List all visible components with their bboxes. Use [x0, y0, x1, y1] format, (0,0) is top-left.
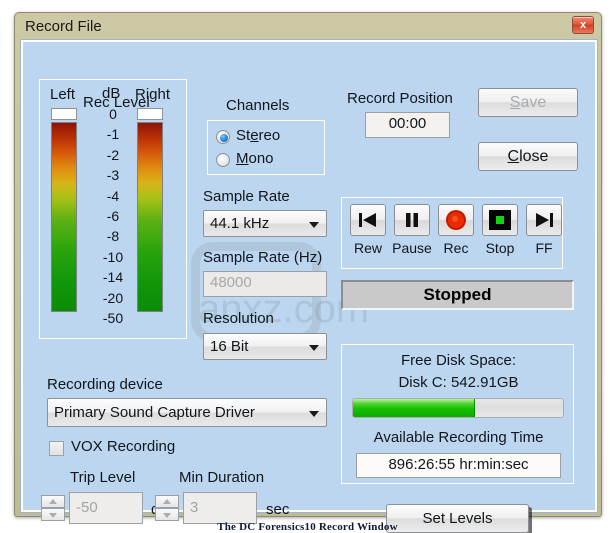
record-icon	[446, 210, 466, 230]
pause-icon	[406, 213, 418, 227]
rewind-icon	[359, 213, 376, 227]
trip-level-value: -50	[76, 499, 98, 516]
rewind-button[interactable]	[350, 204, 386, 236]
record-position-value: 00:00	[388, 115, 427, 132]
record-position-label: Record Position	[347, 90, 453, 107]
sample-rate-hz-label: Sample Rate (Hz)	[203, 249, 323, 266]
min-duration-unit: sec	[266, 501, 290, 518]
close-icon[interactable]: x	[572, 16, 594, 34]
radio-stereo-indicator[interactable]	[216, 130, 230, 144]
db-tick: -1	[106, 126, 120, 143]
stop-button[interactable]	[482, 204, 518, 236]
db-tick: -4	[106, 187, 120, 204]
sample-rate-hz-input[interactable]: 48000	[203, 271, 327, 297]
record-label: Rec	[443, 240, 469, 256]
record-position-display: 00:00	[365, 112, 450, 138]
rewind-label: Rew	[353, 240, 382, 256]
db-tick: -3	[106, 167, 120, 184]
free-disk-space-title: Free Disk Space:	[400, 352, 517, 369]
fast-forward-label: FF	[535, 240, 553, 256]
available-recording-time-value: 896:26:55 hr:min:sec	[388, 456, 529, 473]
save-button[interactable]: Save	[478, 88, 578, 117]
fast-forward-button[interactable]	[526, 204, 562, 236]
pause-label: Pause	[392, 240, 432, 256]
db-tick: -20	[102, 289, 124, 306]
close-button[interactable]: Close	[478, 142, 578, 171]
disk-groupbox: Free Disk Space: Disk C: 542.91GB Availa…	[341, 344, 574, 484]
chevron-down-icon	[309, 344, 319, 351]
db-tick: -6	[106, 208, 120, 224]
db-tick: 0	[109, 106, 117, 122]
meter-db-label: dB	[102, 85, 121, 102]
disk-space-progressbar	[352, 398, 564, 418]
channels-groupbox: Stereo Mono	[207, 120, 325, 175]
db-tick: -14	[102, 269, 124, 286]
save-button-label: Save	[509, 94, 547, 111]
recording-device-label: Recording device	[47, 376, 163, 393]
db-tick: -2	[106, 146, 120, 163]
dialog-client-area: anxz.com Rec Level Left dB Right 0 -1 -2 -3…	[20, 39, 598, 533]
trip-level-spin-buttons[interactable]	[41, 495, 65, 521]
radio-mono-indicator[interactable]	[216, 153, 230, 167]
rec-level-groupbox: Left dB Right 0 -1 -2 -3 -4 -6 -8 -10 -14 -20 -50	[39, 79, 187, 339]
recording-device-value: Primary Sound Capture Driver	[54, 404, 255, 421]
spin-down-icon[interactable]	[41, 508, 65, 521]
db-tick: -50	[102, 310, 124, 326]
channels-title: Channels	[226, 97, 290, 114]
stop-icon	[489, 210, 511, 230]
close-button-label: Close	[507, 148, 549, 165]
fast-forward-icon	[536, 213, 553, 227]
left-meter-bar	[51, 122, 77, 312]
spin-up-icon[interactable]	[155, 495, 179, 508]
meter-right-label: Right	[135, 86, 171, 103]
resolution-combo[interactable]: 16 Bit	[203, 333, 327, 360]
figure-caption: The DC Forensics10 Record Window	[217, 521, 398, 533]
window-title: Record File	[25, 18, 102, 35]
right-meter-bar	[137, 122, 163, 312]
sample-rate-combo[interactable]: 44.1 kHz	[203, 210, 327, 237]
db-tick: -8	[106, 228, 120, 245]
recording-device-combo[interactable]: Primary Sound Capture Driver	[47, 398, 327, 427]
min-duration-label: Min Duration	[179, 469, 265, 486]
db-tick: -10	[102, 248, 124, 265]
left-meter-peak-cap	[51, 108, 77, 120]
min-duration-value: 3	[190, 499, 199, 516]
trip-level-input[interactable]: -50	[69, 492, 143, 524]
resolution-value: 16 Bit	[210, 338, 249, 355]
stop-label: Stop	[485, 240, 515, 256]
min-duration-spin-buttons[interactable]	[155, 495, 179, 521]
transport-groupbox: Rew Pause Rec Stop FF	[341, 197, 563, 269]
spin-down-icon[interactable]	[155, 508, 179, 521]
disk-drive-line: Disk C: 542.91GB	[398, 374, 519, 391]
resolution-label: Resolution	[203, 310, 274, 327]
chevron-down-icon	[309, 410, 319, 417]
chevron-down-icon	[309, 221, 319, 228]
pause-button[interactable]	[394, 204, 430, 236]
sample-rate-value: 44.1 kHz	[210, 215, 270, 232]
min-duration-input[interactable]: 3	[183, 492, 257, 524]
title-bar[interactable]: Record File x	[15, 13, 601, 39]
right-meter-peak-cap	[137, 108, 163, 120]
sample-rate-label: Sample Rate	[203, 188, 290, 205]
record-file-window: Record File x anxz.com Rec Level Left dB…	[14, 12, 602, 533]
status-display: Stopped	[341, 280, 574, 310]
trip-level-label: Trip Level	[70, 469, 136, 486]
radio-mono-label: Mono	[236, 150, 274, 167]
sample-rate-hz-value: 48000	[210, 274, 252, 291]
vox-recording-checkbox[interactable]	[49, 441, 64, 456]
vox-recording-label: VOX Recording	[71, 438, 176, 455]
record-button[interactable]	[438, 204, 474, 236]
available-recording-time-display: 896:26:55 hr:min:sec	[356, 453, 561, 478]
available-recording-time-label: Available Recording Time	[373, 429, 544, 446]
spin-up-icon[interactable]	[41, 495, 65, 508]
disk-space-progress-fill	[353, 399, 475, 417]
meter-left-label: Left	[50, 86, 76, 103]
radio-stereo-label: Stereo	[236, 127, 281, 144]
